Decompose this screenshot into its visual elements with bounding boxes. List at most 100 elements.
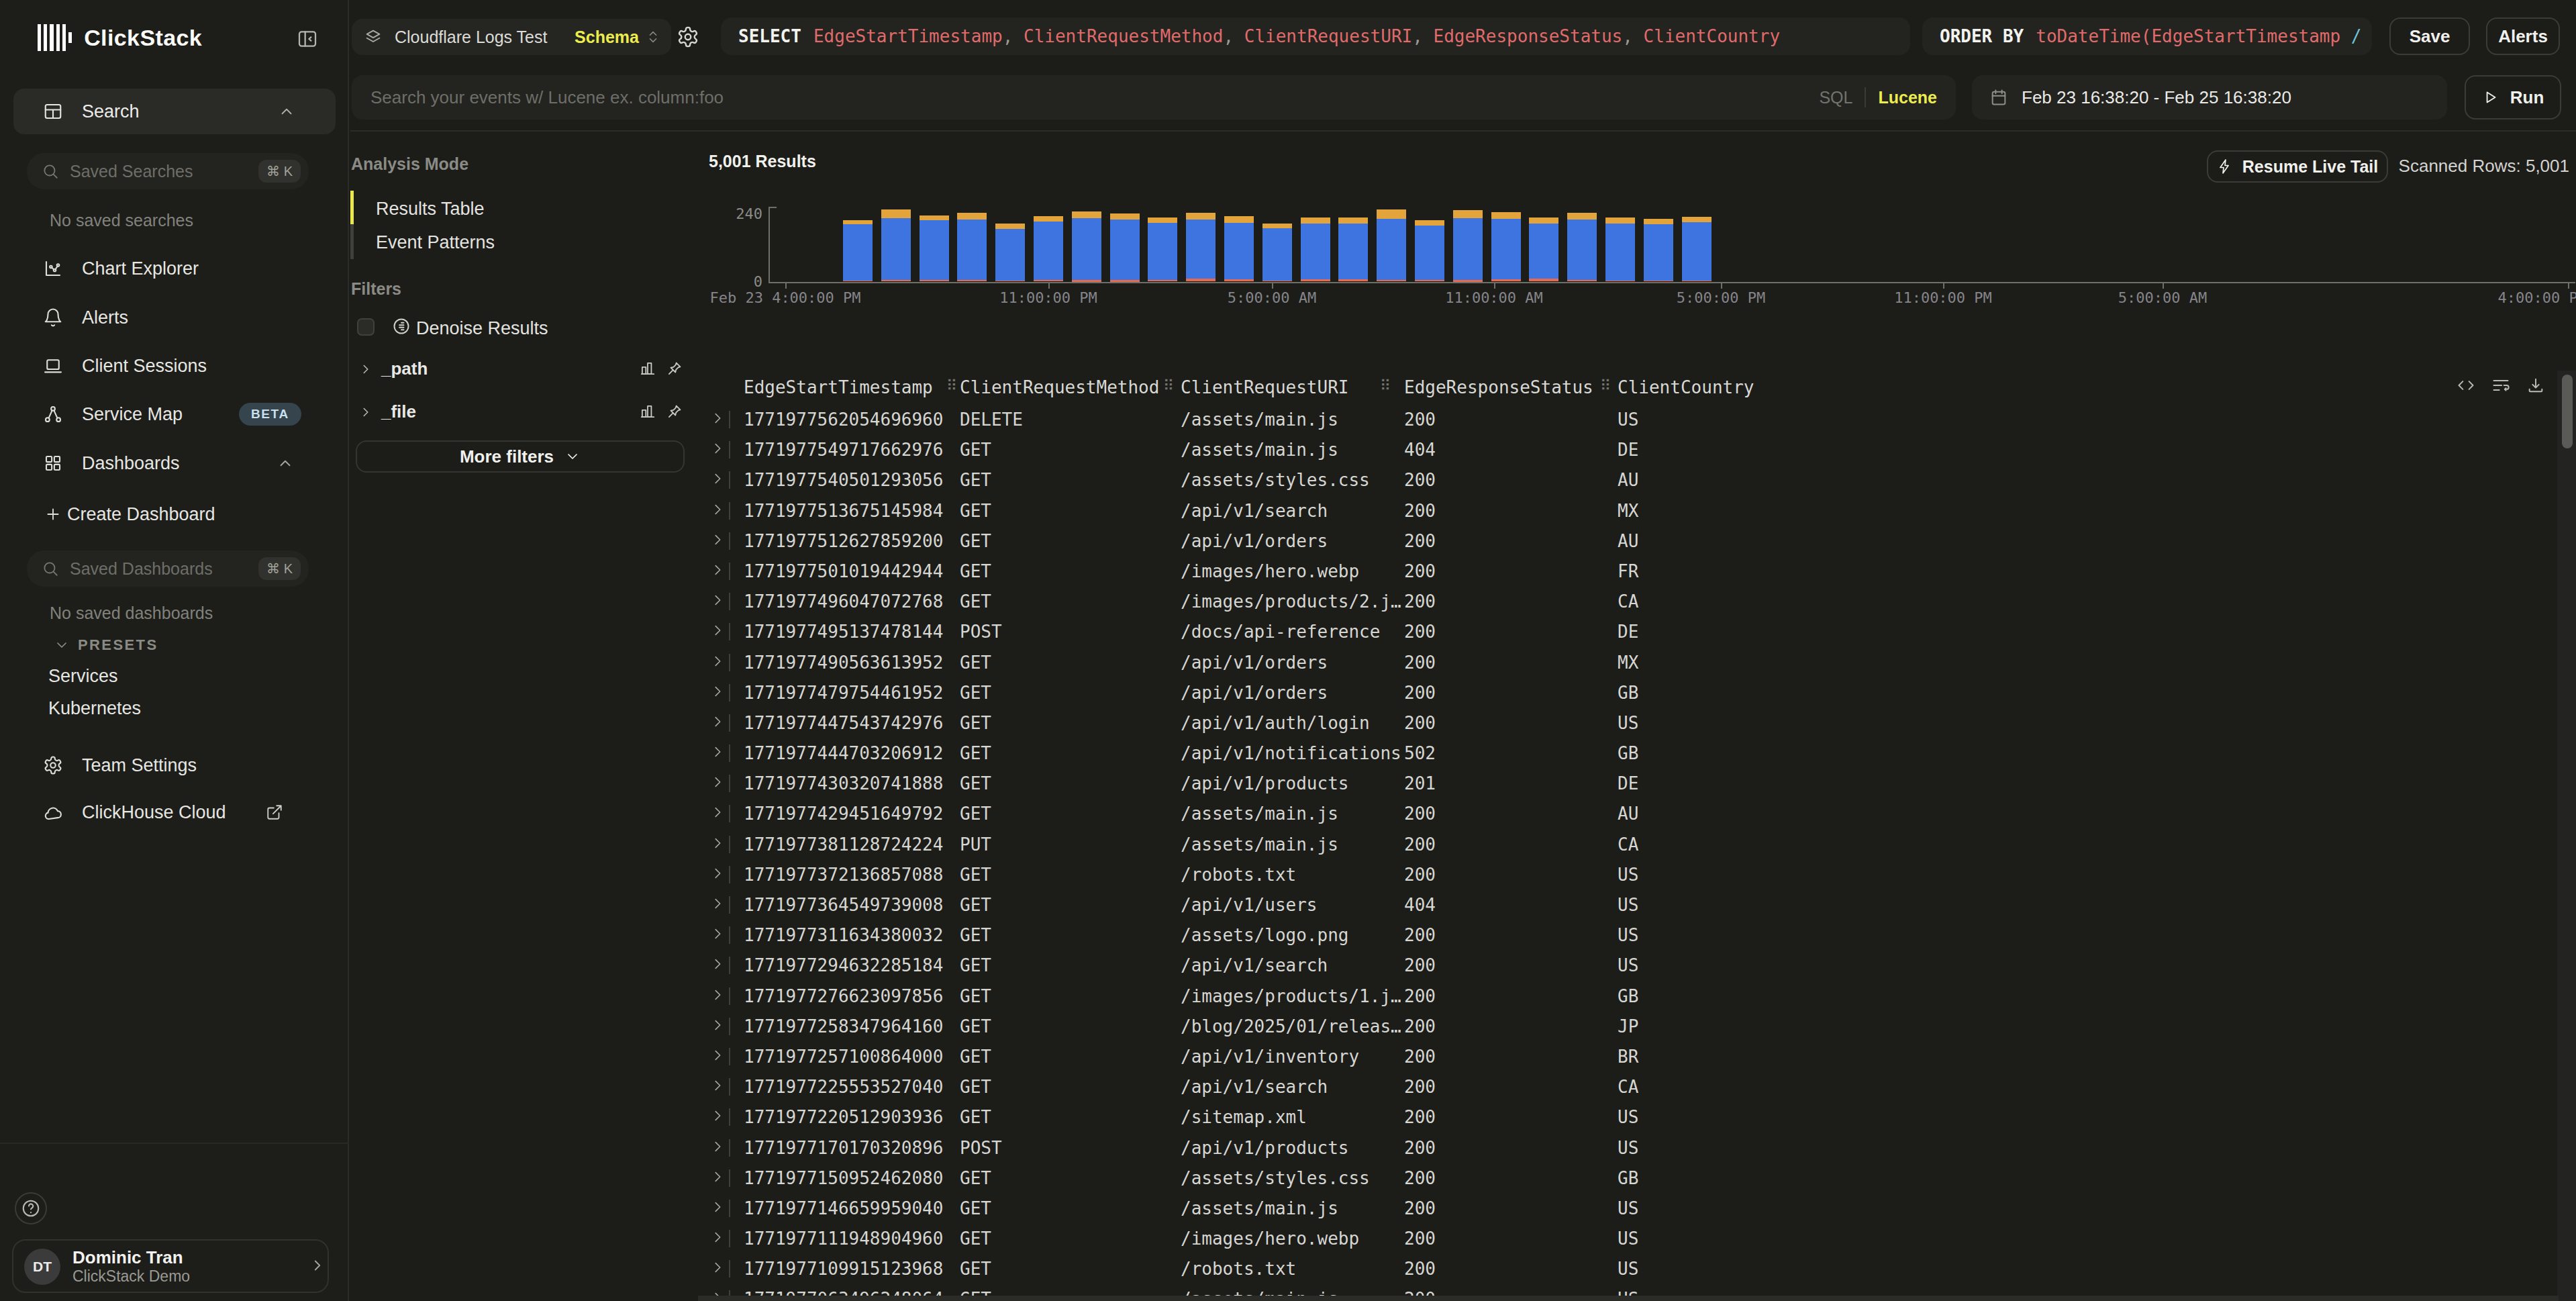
expand-row-icon[interactable]: [710, 1139, 725, 1154]
expand-row-icon[interactable]: [710, 836, 725, 851]
expand-row-icon[interactable]: [710, 744, 725, 759]
expand-row-icon[interactable]: [710, 1018, 725, 1032]
col-header[interactable]: EdgeStartTimestamp: [744, 377, 933, 397]
table-row[interactable]: 1771977501019442944 GET /images/hero.web…: [698, 557, 2576, 587]
table-row[interactable]: 1771977150952462080 GET /assets/styles.c…: [698, 1164, 2576, 1194]
filter-field-path[interactable]: _path: [358, 358, 428, 379]
histogram-bar[interactable]: [1186, 213, 1216, 281]
sidebar-item-search[interactable]: Search: [13, 89, 336, 134]
save-button[interactable]: Save: [2389, 17, 2470, 55]
table-row[interactable]: 1771977430320741888 GET /api/v1/products…: [698, 769, 2576, 800]
collapse-sidebar-icon[interactable]: [297, 28, 318, 50]
histogram-bar[interactable]: [1377, 209, 1406, 281]
expand-row-icon[interactable]: [710, 1260, 725, 1275]
drag-handle-icon[interactable]: ⠿: [946, 377, 956, 394]
table-row[interactable]: 1771977109915123968 GET /robots.txt 200 …: [698, 1255, 2576, 1285]
expand-row-icon[interactable]: [710, 1048, 725, 1063]
table-row[interactable]: 1771977540501293056 GET /assets/styles.c…: [698, 466, 2576, 496]
histogram-bar[interactable]: [1148, 218, 1177, 282]
expand-row-icon[interactable]: [710, 1230, 725, 1245]
histogram-bar[interactable]: [843, 220, 873, 282]
histogram-bar[interactable]: [1682, 217, 1712, 281]
histogram-bar[interactable]: [1301, 218, 1330, 281]
col-header[interactable]: ClientRequestURI: [1181, 377, 1348, 397]
table-row[interactable]: 1771977294632285184 GET /api/v1/search 2…: [698, 951, 2576, 981]
histogram-bar[interactable]: [1415, 220, 1444, 282]
code-view-icon[interactable]: [2457, 376, 2475, 395]
histogram-bar[interactable]: [881, 209, 911, 282]
expand-row-icon[interactable]: [710, 684, 725, 699]
expand-row-icon[interactable]: [710, 775, 725, 789]
col-header[interactable]: ClientCountry: [1618, 377, 1754, 397]
horizontal-scrollbar[interactable]: [698, 1296, 2559, 1301]
histogram-bar[interactable]: [1605, 218, 1635, 281]
histogram-bar[interactable]: [920, 215, 949, 281]
table-row[interactable]: 1771977513675145984 GET /api/v1/search 2…: [698, 497, 2576, 527]
pin-icon[interactable]: [666, 360, 683, 377]
histogram-bar[interactable]: [957, 213, 987, 281]
table-row[interactable]: 1771977512627859200 GET /api/v1/orders 2…: [698, 527, 2576, 557]
saved-searches-input[interactable]: Saved Searches ⌘ K: [27, 153, 309, 189]
expand-row-icon[interactable]: [710, 563, 725, 577]
expand-row-icon[interactable]: [710, 805, 725, 820]
table-row[interactable]: 1771977225553527040 GET /api/v1/search 2…: [698, 1073, 2576, 1103]
filter-file-actions[interactable]: [639, 403, 683, 420]
user-menu[interactable]: DT Dominic Tran ClickStack Demo: [12, 1239, 329, 1293]
expand-row-icon[interactable]: [710, 441, 725, 456]
date-range-picker[interactable]: Feb 23 16:38:20 - Feb 25 16:38:20: [1972, 75, 2447, 119]
saved-dashboards-input[interactable]: Saved Dashboards ⌘ K: [27, 550, 309, 587]
data-source-selector[interactable]: Cloudflare Logs Test Schema: [352, 19, 671, 55]
col-header[interactable]: ClientRequestMethod: [960, 377, 1159, 397]
histogram-bar[interactable]: [1567, 213, 1597, 281]
table-row[interactable]: 1771977562054696960 DELETE /assets/main.…: [698, 405, 2576, 436]
chart-icon[interactable]: [639, 360, 656, 377]
table-row[interactable]: 1771977381128724224 PUT /assets/main.js …: [698, 830, 2576, 861]
table-row[interactable]: 1771977258347964160 GET /blog/2025/01/re…: [698, 1012, 2576, 1043]
histogram-bar[interactable]: [1453, 210, 1483, 281]
histogram-bar[interactable]: [995, 224, 1025, 281]
expand-row-icon[interactable]: [710, 987, 725, 1002]
alerts-button[interactable]: Alerts: [2486, 17, 2560, 55]
table-row[interactable]: 1771977495137478144 POST /docs/api-refer…: [698, 618, 2576, 648]
expand-row-icon[interactable]: [710, 896, 725, 911]
sidebar-item-services[interactable]: Services: [48, 666, 118, 687]
expand-row-icon[interactable]: [710, 1200, 725, 1214]
sidebar-item-kubernetes[interactable]: Kubernetes: [48, 698, 141, 719]
expand-row-icon[interactable]: [710, 866, 725, 881]
histogram-bar[interactable]: [1224, 216, 1254, 281]
expand-row-icon[interactable]: [710, 502, 725, 517]
expand-row-icon[interactable]: [710, 957, 725, 971]
table-row[interactable]: 1771977170170320896 POST /api/v1/product…: [698, 1134, 2576, 1164]
table-row[interactable]: 1771977490563613952 GET /api/v1/orders 2…: [698, 648, 2576, 679]
table-row[interactable]: 1771977257100864000 GET /api/v1/inventor…: [698, 1043, 2576, 1073]
run-button[interactable]: Run: [2465, 75, 2561, 119]
order-by-input[interactable]: ORDER BY toDateTime(EdgeStartTimestamp /: [1922, 17, 2372, 55]
histogram-bar[interactable]: [1338, 218, 1368, 282]
table-row[interactable]: 1771977146659959040 GET /assets/main.js …: [698, 1194, 2576, 1224]
histogram-bar[interactable]: [1034, 216, 1063, 281]
sidebar-item-service-map[interactable]: Service Map BETA: [0, 394, 349, 434]
help-button[interactable]: [15, 1192, 47, 1224]
expand-row-icon[interactable]: [710, 411, 725, 426]
table-row[interactable]: 1771977311634380032 GET /assets/logo.png…: [698, 921, 2576, 951]
expand-row-icon[interactable]: [710, 471, 725, 486]
expand-row-icon[interactable]: [710, 1108, 725, 1123]
histogram-bar[interactable]: [1529, 218, 1558, 281]
table-row[interactable]: 1771977364549739008 GET /api/v1/users 40…: [698, 891, 2576, 921]
table-row[interactable]: 1771977444703206912 GET /api/v1/notifica…: [698, 739, 2576, 769]
mode-event-patterns[interactable]: Event Patterns: [376, 232, 495, 253]
sidebar-item-client-sessions[interactable]: Client Sessions: [0, 346, 349, 386]
sidebar-item-team-settings[interactable]: Team Settings: [0, 745, 349, 785]
expand-row-icon[interactable]: [710, 714, 725, 729]
expand-row-icon[interactable]: [710, 593, 725, 608]
drag-handle-icon[interactable]: ⠿: [1380, 377, 1389, 394]
table-row[interactable]: 1771977429451649792 GET /assets/main.js …: [698, 800, 2576, 830]
expand-row-icon[interactable]: [710, 926, 725, 941]
table-row[interactable]: 1771977276623097856 GET /images/products…: [698, 982, 2576, 1012]
scrollbar-track[interactable]: [2557, 371, 2576, 1301]
schema-toggle[interactable]: Schema: [575, 28, 639, 47]
download-icon[interactable]: [2526, 376, 2545, 395]
sidebar-item-chart-explorer[interactable]: Chart Explorer: [0, 248, 349, 289]
sidebar-item-clickhouse-cloud[interactable]: ClickHouse Cloud: [0, 792, 349, 832]
scrollbar-thumb[interactable]: [2562, 375, 2573, 448]
